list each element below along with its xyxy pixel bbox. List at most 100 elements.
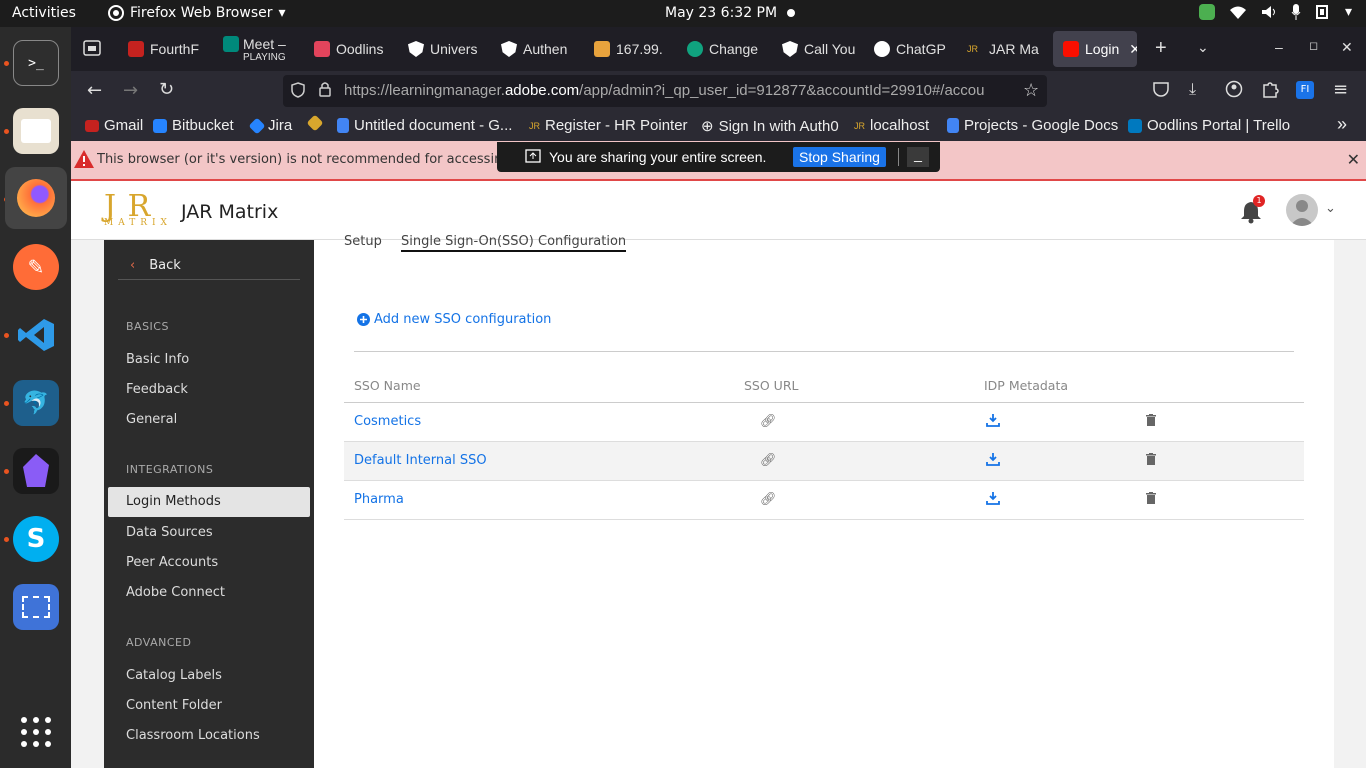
- notifications-bell-icon[interactable]: 1: [1238, 195, 1265, 229]
- tab-oodlins[interactable]: Oodlins: [304, 27, 389, 71]
- bookmark-trello[interactable]: Oodlins Portal | Trello: [1128, 117, 1290, 134]
- more-bookmarks-chevron-icon[interactable]: »: [1337, 114, 1347, 135]
- bookmark-projects-google-docs[interactable]: Projects - Google Docs: [947, 117, 1118, 134]
- vscode-icon[interactable]: [13, 312, 59, 358]
- lock-icon[interactable]: [319, 81, 331, 101]
- sidebar-item-classroom-locations[interactable]: Classroom Locations: [126, 728, 260, 743]
- sidebar-item-feedback[interactable]: Feedback: [126, 382, 188, 397]
- idp-metadata-cell: [984, 480, 1144, 520]
- download-icon[interactable]: [986, 491, 1000, 509]
- sidebar-item-content-folder[interactable]: Content Folder: [126, 698, 222, 713]
- extension-fi-icon[interactable]: FI: [1296, 81, 1314, 99]
- main-panel: Setup Single Sign-On(SSO) Configuration …: [314, 234, 1334, 768]
- link-icon[interactable]: 🔗︎: [760, 492, 777, 507]
- sidebar-item-catalog-labels[interactable]: Catalog Labels: [126, 668, 222, 683]
- tab-change[interactable]: Change: [677, 27, 767, 71]
- back-button[interactable]: ‹ Back: [118, 252, 300, 280]
- tab-call-you[interactable]: Call You: [772, 27, 857, 71]
- extensions-icon[interactable]: [1261, 80, 1279, 102]
- tab-fourth[interactable]: FourthF: [118, 27, 203, 71]
- tab-chatgpt[interactable]: ChatGP: [864, 27, 949, 71]
- sso-name-link[interactable]: Pharma: [344, 480, 744, 520]
- url-bar[interactable]: https://learningmanager.adobe.com/app/ad…: [283, 75, 1047, 107]
- stop-sharing-button[interactable]: Stop Sharing: [793, 147, 886, 167]
- new-tab-button[interactable]: +: [1155, 37, 1167, 60]
- sidebar-item-login-methods[interactable]: Login Methods: [108, 487, 310, 517]
- jar-matrix-logo[interactable]: J R MATRIX: [104, 189, 172, 228]
- bookmark-untitled-document[interactable]: Untitled document - G...: [337, 117, 512, 134]
- back-arrow-icon[interactable]: ←: [87, 80, 102, 101]
- skype-icon[interactable]: S: [13, 516, 59, 562]
- clock[interactable]: May 23 6:32 PM: [665, 5, 777, 21]
- download-icon[interactable]: ⤓: [1189, 79, 1196, 99]
- trash-icon[interactable]: [1146, 491, 1156, 508]
- tab-jar-matrix[interactable]: JR JAR Ma: [957, 27, 1042, 71]
- volume-icon: [1261, 6, 1275, 18]
- sidebar-item-basic-info[interactable]: Basic Info: [126, 352, 189, 367]
- add-sso-button[interactable]: Add new SSO configuration: [357, 312, 551, 327]
- bookmark-jira[interactable]: Jira: [248, 117, 292, 134]
- system-tray[interactable]: ▾: [1198, 4, 1352, 20]
- close-window-button[interactable]: ✕: [1341, 39, 1353, 56]
- tab-login-active[interactable]: Login ✕: [1053, 31, 1137, 67]
- sidebar-item-data-sources[interactable]: Data Sources: [126, 525, 213, 540]
- postman-icon[interactable]: ✎: [13, 244, 59, 290]
- table-row: Default Internal SSO 🔗︎: [344, 441, 1304, 481]
- list-tabs-chevron-down-icon[interactable]: ⌄: [1197, 39, 1209, 56]
- hamburger-menu-icon[interactable]: ≡: [1333, 79, 1348, 100]
- files-icon[interactable]: [13, 108, 59, 154]
- bookmark-hr-pointer[interactable]: JR Register - HR Pointer: [529, 117, 688, 134]
- user-menu-chevron-down-icon[interactable]: ⌄: [1325, 201, 1336, 216]
- reload-icon[interactable]: ↻: [159, 79, 174, 100]
- bookmark-star-icon[interactable]: ☆: [1023, 80, 1039, 101]
- update-icon[interactable]: [1198, 4, 1215, 20]
- bookmark-bitbucket[interactable]: Bitbucket: [153, 117, 234, 134]
- trash-icon[interactable]: [1146, 452, 1156, 469]
- tracking-shield-icon[interactable]: [291, 82, 305, 102]
- bookmark-gmail[interactable]: Gmail: [85, 117, 143, 134]
- sso-name-link[interactable]: Default Internal SSO: [344, 441, 744, 481]
- minimize-window-button[interactable]: –: [1275, 39, 1283, 55]
- account-icon[interactable]: [1225, 80, 1243, 102]
- firefox-icon[interactable]: [5, 167, 67, 229]
- app-menu[interactable]: Firefox Web Browser ▾: [108, 5, 286, 21]
- bookmark-localhost[interactable]: JR localhost: [854, 117, 929, 134]
- sso-name-link[interactable]: Cosmetics: [344, 402, 744, 442]
- screenshot-tool-icon[interactable]: [13, 584, 59, 630]
- mysql-workbench-icon[interactable]: 🐬: [13, 380, 59, 426]
- obsidian-icon[interactable]: [13, 448, 59, 494]
- sidebar-item-adobe-connect[interactable]: Adobe Connect: [126, 585, 225, 600]
- activities-button[interactable]: Activities: [12, 5, 76, 21]
- bookmark-unnamed[interactable]: [306, 114, 326, 132]
- user-avatar[interactable]: [1286, 194, 1318, 226]
- tab-overview-icon[interactable]: [83, 40, 101, 59]
- close-tab-icon[interactable]: ✕: [1129, 41, 1137, 58]
- pocket-icon[interactable]: [1153, 81, 1169, 101]
- sidebar-item-peer-accounts[interactable]: Peer Accounts: [126, 555, 218, 570]
- trash-icon[interactable]: [1146, 413, 1156, 430]
- tab-authentication[interactable]: Authen: [491, 27, 576, 71]
- tab-sso-configuration[interactable]: Single Sign-On(SSO) Configuration: [401, 234, 627, 252]
- chevron-down-icon: ▾: [1344, 4, 1352, 20]
- tab-university[interactable]: Univers: [398, 27, 483, 71]
- sidebar-item-general[interactable]: General: [126, 412, 177, 427]
- running-indicator: [4, 401, 9, 406]
- terminal-icon[interactable]: >_: [13, 40, 59, 86]
- forward-arrow-icon[interactable]: →: [123, 80, 138, 101]
- download-icon[interactable]: [986, 452, 1000, 470]
- notification-dot-icon: [787, 9, 795, 17]
- link-icon[interactable]: 🔗︎: [760, 414, 777, 429]
- tab-meet[interactable]: Meet – PLAYING: [213, 27, 298, 71]
- close-warning-icon[interactable]: ✕: [1347, 150, 1360, 169]
- link-icon[interactable]: 🔗︎: [760, 453, 777, 468]
- oodlins-favicon-icon: [314, 41, 330, 57]
- trello-icon: [1128, 118, 1142, 133]
- tab-ip-address[interactable]: 167.99.: [584, 27, 669, 71]
- maximize-window-button[interactable]: ◻: [1309, 39, 1318, 52]
- tab-setup[interactable]: Setup: [344, 234, 382, 249]
- minimize-sharing-button[interactable]: _: [907, 147, 929, 167]
- chevron-left-icon: ‹: [130, 258, 136, 273]
- bookmark-auth0[interactable]: ⊕ Sign In with Auth0: [701, 117, 839, 136]
- show-apps-icon[interactable]: [13, 709, 59, 755]
- download-icon[interactable]: [986, 413, 1000, 431]
